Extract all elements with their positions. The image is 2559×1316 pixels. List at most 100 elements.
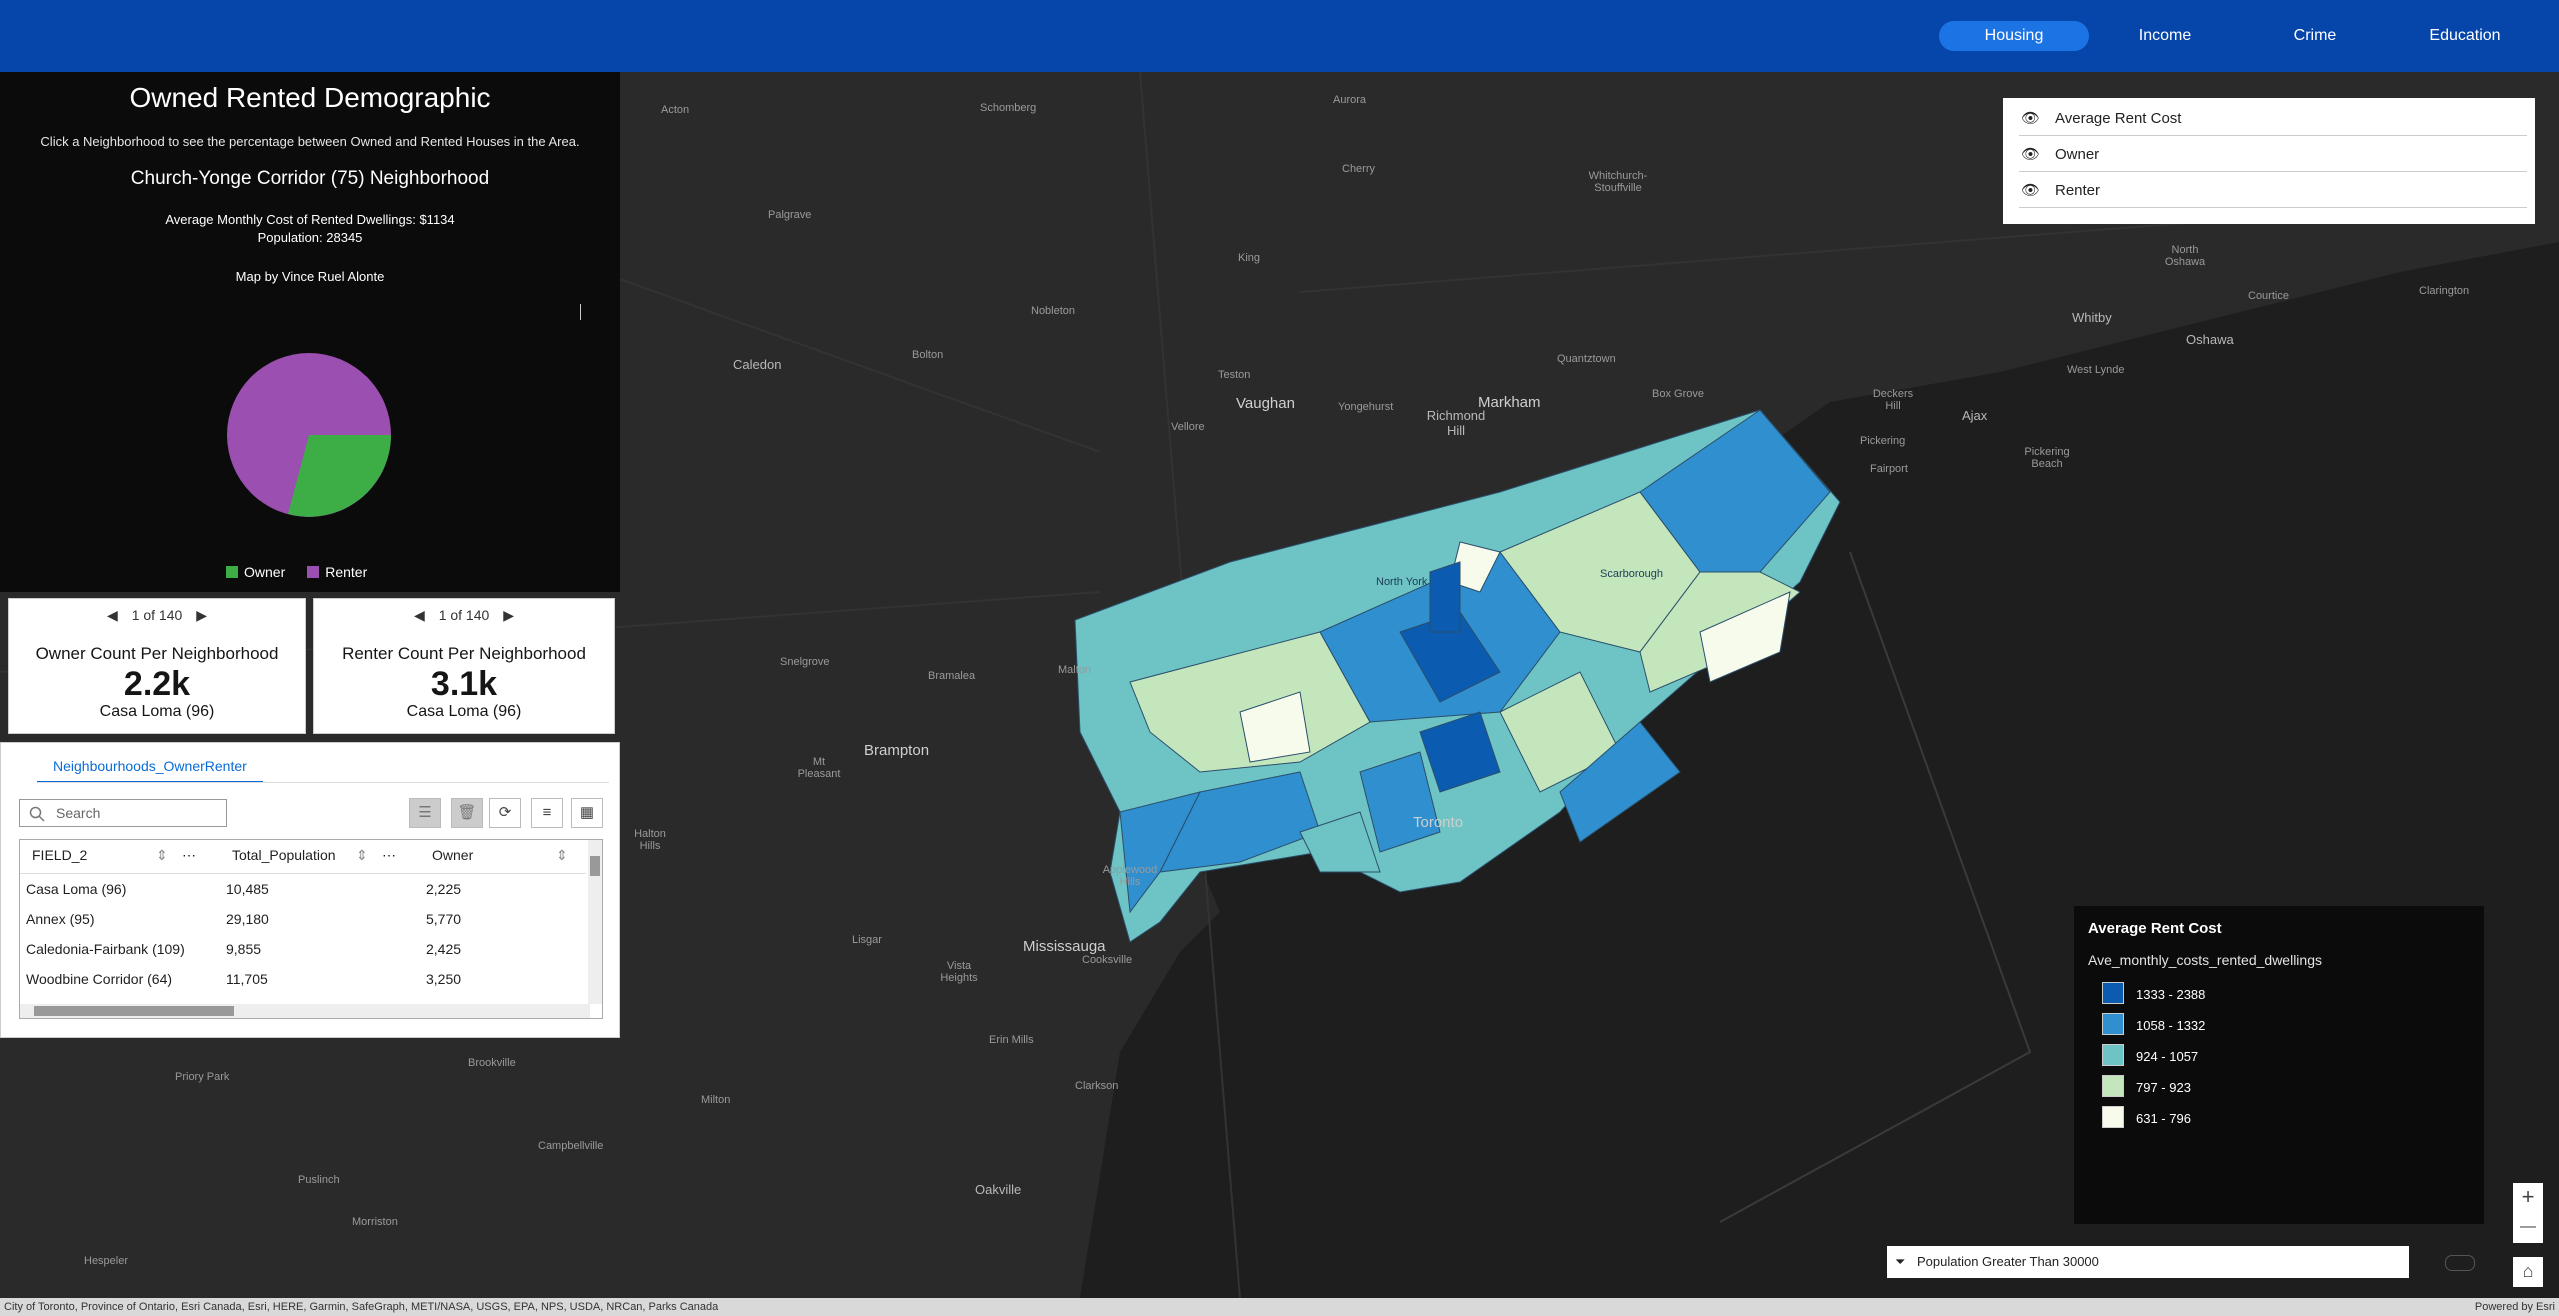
place-label: Whitchurch-Stouffville <box>1588 170 1648 194</box>
nav-crime[interactable]: Crime <box>2240 21 2390 51</box>
panel-title: Owned Rented Demographic <box>129 82 491 113</box>
eye-icon[interactable]: 👁 <box>2021 138 2040 172</box>
vertical-scrollbar[interactable] <box>588 840 602 1004</box>
place-label: Lisgar <box>852 934 882 946</box>
delete-icon[interactable]: 🗑 <box>451 798 483 828</box>
refresh-icon[interactable]: ⟳ <box>489 798 521 828</box>
sort-icon[interactable]: ⇕ <box>356 840 368 870</box>
place-label: Fairport <box>1870 463 1908 475</box>
filter-toggle[interactable] <box>2445 1255 2475 1271</box>
layer-item-renter[interactable]: 👁 Renter <box>2019 174 2527 208</box>
home-icon[interactable]: ⌂ <box>2513 1257 2543 1287</box>
grid-view-icon[interactable]: ▦ <box>571 798 603 828</box>
place-label: Oshawa <box>2186 332 2234 347</box>
next-arrow-icon[interactable]: ▶ <box>503 607 514 623</box>
zoom-in-button[interactable]: + <box>2513 1183 2543 1213</box>
place-label: Mt Pleasant <box>797 756 841 780</box>
place-label: Pickering Beach <box>2024 446 2070 470</box>
data-grid[interactable]: FIELD_2 ⇕ ⋯ Total_Population ⇕ ⋯ Owner ⇕… <box>19 839 603 1019</box>
place-label: Aurora <box>1333 94 1367 106</box>
neighborhood-name: Church-Yonge Corridor (75) Neighborhood <box>130 168 490 189</box>
layer-item-owner[interactable]: 👁 Owner <box>2019 138 2527 172</box>
table-row[interactable]: Woodbine Corridor (64) 11,705 3,250 <box>20 964 586 994</box>
select-all-button[interactable]: ☰ <box>409 798 441 828</box>
place-label: Acton <box>661 104 690 116</box>
renter-pager: ◀ 1 of 140 ▶ <box>414 607 514 623</box>
filter-bar[interactable]: ⏷ Population Greater Than 30000 <box>1887 1246 2475 1278</box>
panel-subtitle: Click a Neighborhood to see the percenta… <box>40 134 580 149</box>
place-label: Puslinch <box>298 1174 340 1186</box>
place-label: North Oshawa <box>2164 244 2206 268</box>
place-label: Quantztown <box>1557 353 1616 365</box>
place-label: Clarington <box>2419 285 2470 297</box>
place-label: Milton <box>701 1094 731 1106</box>
place-label: Whitby <box>2072 310 2112 325</box>
attribute-table-panel: Neighbourhoods_OwnerRenter Search ☰ 🗑 ⟳ … <box>0 742 620 1038</box>
eye-icon[interactable]: 👁 <box>2021 102 2040 136</box>
sort-icon[interactable]: ⇕ <box>556 840 568 870</box>
pie-legend-owner[interactable]: Owner <box>226 564 285 580</box>
nav-education[interactable]: Education <box>2390 21 2540 51</box>
table-row[interactable]: Casa Loma (96) 10,485 2,225 <box>20 874 586 904</box>
filter-list-icon[interactable]: ≡ <box>531 798 563 828</box>
place-label: Scarborough <box>1600 568 1663 580</box>
owner-card-sub: Casa Loma (96) <box>99 703 215 720</box>
col-header-field2[interactable]: FIELD_2 <box>32 840 87 870</box>
search-input[interactable]: Search <box>19 799 227 827</box>
place-label: Erin Mills <box>989 1034 1034 1046</box>
place-label: Halton Hills <box>634 828 666 852</box>
place-label: Priory Park <box>175 1071 230 1083</box>
layer-item-average-rent-cost[interactable]: 👁 Average Rent Cost <box>2019 102 2527 136</box>
pie-legend-renter[interactable]: Renter <box>307 564 367 580</box>
prev-arrow-icon[interactable]: ◀ <box>107 607 118 623</box>
place-label: Palgrave <box>768 209 812 221</box>
place-label: Clarkson <box>1075 1080 1119 1092</box>
tab-neighbourhoods[interactable]: Neighbourhoods_OwnerRenter <box>37 755 263 783</box>
col-header-population[interactable]: Total_Population <box>232 840 336 870</box>
legend-class: 797 - 923 <box>2102 1075 2191 1097</box>
place-label: Cherry <box>1342 163 1376 175</box>
owner-renter-pie[interactable] <box>222 348 396 522</box>
place-label: Courtice <box>2248 290 2289 302</box>
legend-title: Average Rent Cost <box>2088 920 2222 937</box>
column-menu-icon[interactable]: ⋯ <box>182 840 196 870</box>
prev-arrow-icon[interactable]: ◀ <box>414 607 425 623</box>
top-nav-bar: Housing Income Crime Education <box>0 0 2559 72</box>
attribution-bar: City of Toronto, Province of Ontario, Es… <box>0 1298 2559 1316</box>
horizontal-scrollbar[interactable] <box>20 1004 590 1018</box>
zoom-out-button[interactable]: — <box>2513 1213 2543 1243</box>
table-row[interactable]: Caledonia-Fairbank (109) 9,855 2,425 <box>20 934 586 964</box>
attribution-text: City of Toronto, Province of Ontario, Es… <box>4 1301 719 1313</box>
place-label: Bolton <box>912 349 944 361</box>
place-label: Markham <box>1478 394 1541 411</box>
owner-card-value: 2.2k <box>123 665 191 703</box>
place-label: Caledon <box>733 357 782 372</box>
place-label: Cooksville <box>1082 954 1133 966</box>
col-header-owner[interactable]: Owner <box>432 840 473 870</box>
powered-by-text[interactable]: Powered by Esri <box>2475 1298 2555 1316</box>
sort-icon[interactable]: ⇕ <box>156 840 168 870</box>
place-label: Vista Heights <box>940 960 978 984</box>
nav-income[interactable]: Income <box>2090 21 2240 51</box>
eye-icon[interactable]: 👁 <box>2021 174 2040 208</box>
nav-housing[interactable]: Housing <box>1939 21 2089 51</box>
filter-icon: ⏷ <box>1895 1254 1906 1269</box>
place-label: Vellore <box>1171 421 1205 433</box>
legend-class: 1333 - 2388 <box>2102 982 2205 1004</box>
owner-count-card: ◀ 1 of 140 ▶ Owner Count Per Neighborhoo… <box>8 598 306 734</box>
place-label: Pickering <box>1860 435 1906 447</box>
renter-card-title: Renter Count Per Neighborhood <box>342 644 586 663</box>
place-label: Brampton <box>864 742 930 759</box>
legend-class: 924 - 1057 <box>2102 1044 2198 1066</box>
search-icon <box>29 806 45 822</box>
table-row[interactable]: Annex (95) 29,180 5,770 <box>20 904 586 934</box>
filter-label: Population Greater Than 30000 <box>1917 1254 2099 1269</box>
map-legend: Average Rent Cost Ave_monthly_costs_rent… <box>2074 906 2484 1224</box>
legend-field: Ave_monthly_costs_rented_dwellings <box>2088 952 2322 968</box>
place-label: Nobleton <box>1031 305 1076 317</box>
next-arrow-icon[interactable]: ▶ <box>196 607 207 623</box>
place-label: Malton <box>1058 664 1092 676</box>
place-label: Richmond Hill <box>1426 408 1486 438</box>
column-menu-icon[interactable]: ⋯ <box>382 840 396 870</box>
owner-pager: ◀ 1 of 140 ▶ <box>107 607 207 623</box>
